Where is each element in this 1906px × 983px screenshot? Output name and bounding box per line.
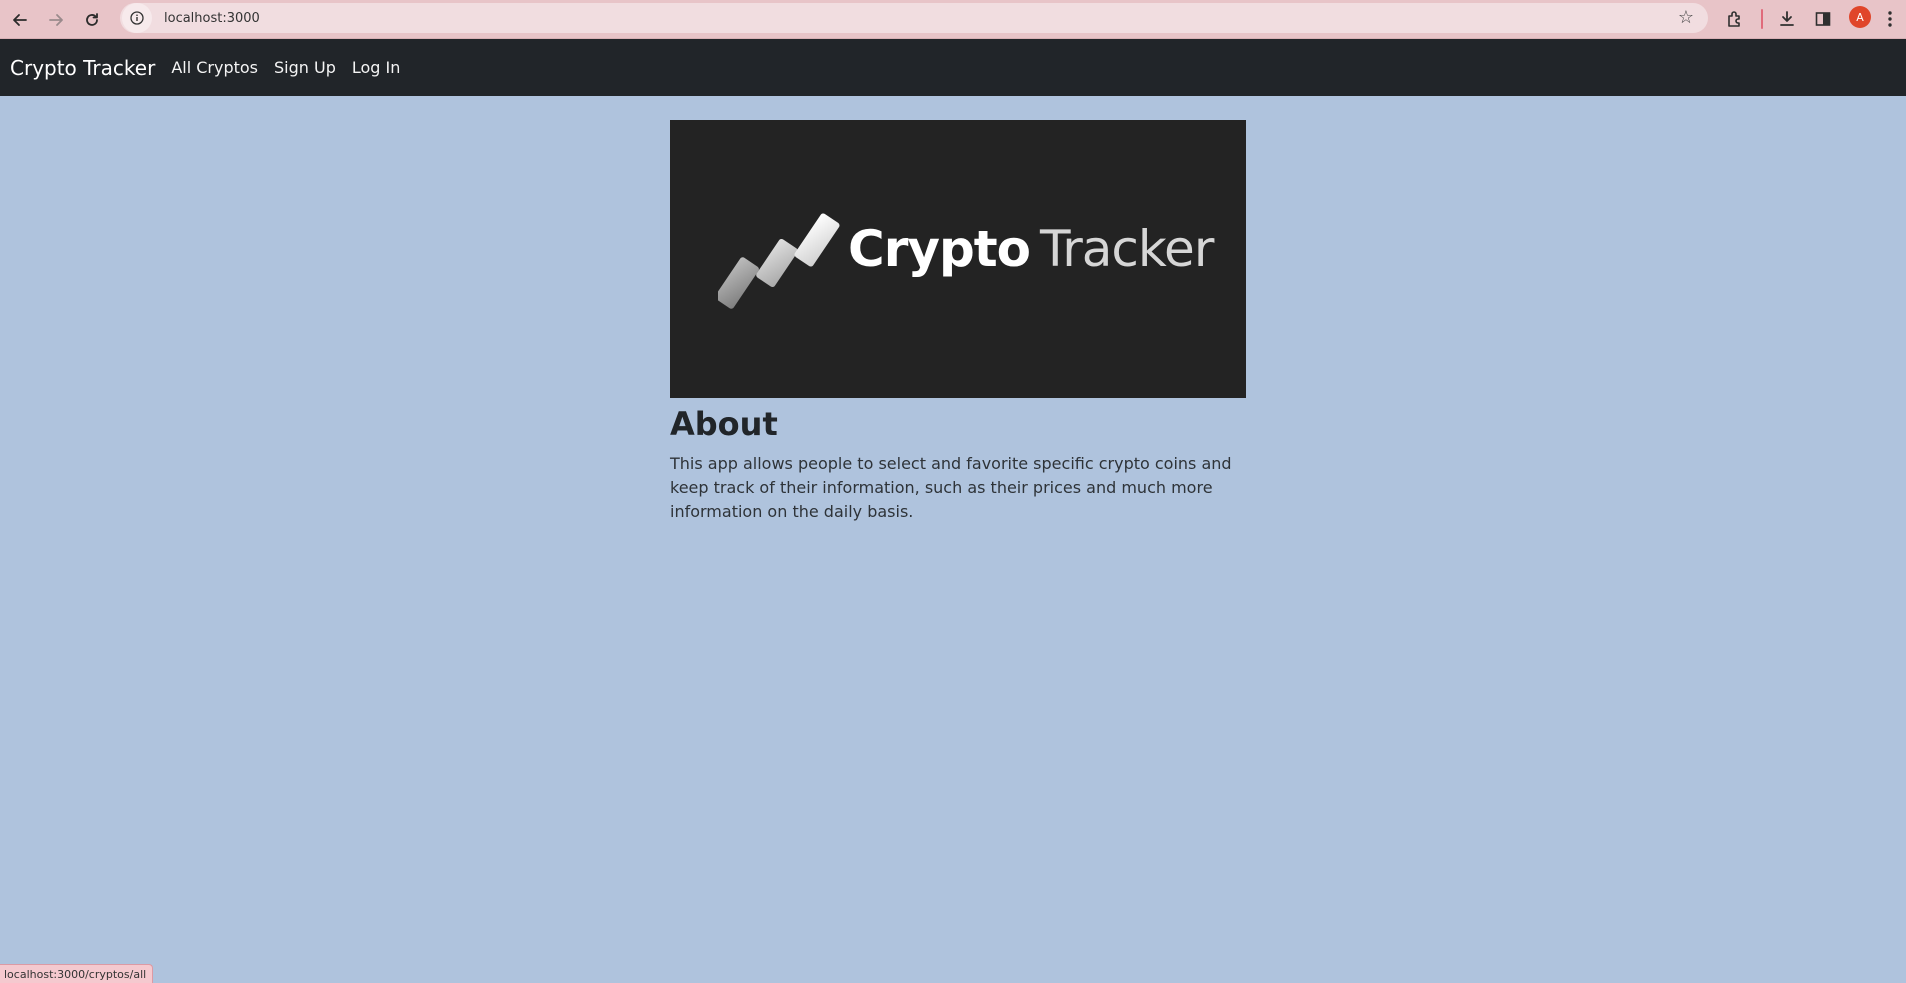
site-info-icon[interactable] bbox=[122, 3, 152, 33]
chart-bars-logo-icon bbox=[718, 213, 840, 309]
hero-logo-text: Crypto Tracker bbox=[848, 224, 1214, 274]
toolbar-divider bbox=[1761, 9, 1763, 29]
download-icon[interactable] bbox=[1772, 4, 1802, 34]
url-text[interactable]: localhost:3000 bbox=[164, 11, 260, 26]
profile-avatar[interactable]: A bbox=[1849, 6, 1871, 28]
logo-word-tracker: Tracker bbox=[1040, 220, 1214, 278]
about-heading: About bbox=[670, 405, 778, 443]
nav-link-sign-up[interactable]: Sign Up bbox=[274, 58, 336, 77]
about-description: This app allows people to select and fav… bbox=[670, 454, 1232, 521]
nav-link-all-cryptos[interactable]: All Cryptos bbox=[171, 58, 258, 77]
nav-link-log-in[interactable]: Log In bbox=[352, 58, 401, 77]
browser-toolbar: localhost:3000 ☆ A bbox=[0, 0, 1906, 39]
status-bar-url: localhost:3000/cryptos/all bbox=[0, 964, 154, 983]
address-bar[interactable]: localhost:3000 ☆ bbox=[120, 3, 1708, 33]
hero-banner: Crypto Tracker bbox=[670, 120, 1246, 398]
logo-word-crypto: Crypto bbox=[848, 220, 1031, 278]
main-content: Crypto Tracker About This app allows peop… bbox=[670, 120, 1246, 524]
side-panel-icon[interactable] bbox=[1808, 4, 1838, 34]
app-navbar: Crypto Tracker All Cryptos Sign Up Log I… bbox=[0, 39, 1906, 96]
more-menu-icon[interactable] bbox=[1880, 4, 1900, 34]
brand-link[interactable]: Crypto Tracker bbox=[10, 56, 155, 80]
bookmark-star-icon[interactable]: ☆ bbox=[1678, 7, 1694, 28]
forward-arrow-icon[interactable] bbox=[42, 6, 70, 34]
reload-icon[interactable] bbox=[78, 6, 106, 34]
extensions-icon[interactable] bbox=[1720, 4, 1750, 34]
back-arrow-icon[interactable] bbox=[6, 6, 34, 34]
